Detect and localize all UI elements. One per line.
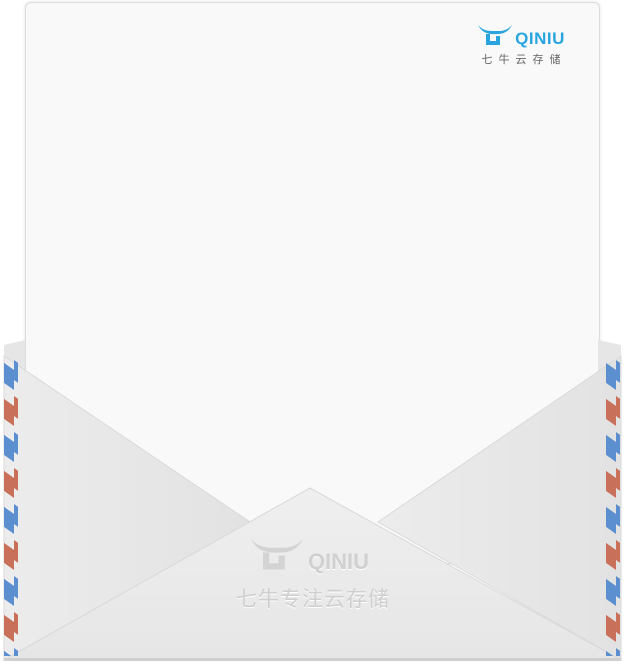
envelope-slogan: 七牛专注云存储 <box>236 588 390 611</box>
bull-logo-icon <box>250 538 304 570</box>
envelope-brand-word: QINIU <box>307 549 370 574</box>
airmail-stripes-left <box>4 356 18 656</box>
envelope-logo: QINIU 七牛专注云存储 <box>228 535 398 613</box>
airmail-stripes-right <box>606 356 620 656</box>
